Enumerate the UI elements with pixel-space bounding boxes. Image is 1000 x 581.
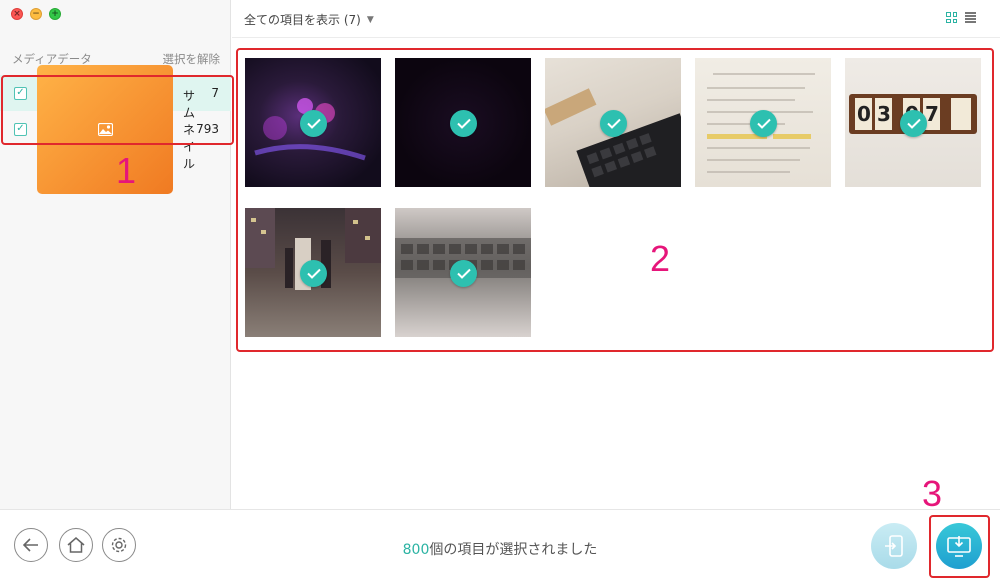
category-list: ✓ 写真／ビデオ 7 ✓ — [0, 64, 231, 194]
to-device-icon — [885, 535, 903, 557]
selected-count: 800 — [402, 542, 430, 558]
category-count: 793 — [196, 122, 219, 136]
selected-check-icon — [750, 109, 777, 137]
annotation-1: 1 — [116, 150, 137, 191]
toolbar: 全ての項目を表示 (7) ▼ — [232, 0, 1000, 38]
svg-text:3: 3 — [877, 102, 891, 126]
selected-check-icon — [300, 259, 327, 287]
maximize-window-icon[interactable]: + — [49, 8, 61, 20]
photo-grid: 0307 — [245, 58, 985, 337]
selected-check-icon — [450, 109, 477, 137]
window-controls: × − + — [11, 8, 61, 20]
filter-label: 全ての項目を表示 (7) — [244, 13, 361, 27]
category-label: サムネイル — [183, 88, 196, 171]
filter-dropdown[interactable]: 全ての項目を表示 (7) ▼ — [244, 11, 374, 28]
photos-checkbox[interactable]: ✓ — [14, 86, 27, 100]
selected-check-icon — [450, 259, 477, 287]
photo-thumbnail[interactable] — [695, 58, 831, 187]
deselect-button[interactable]: 選択を解除 — [163, 51, 221, 67]
chevron-down-icon: ▼ — [366, 14, 374, 25]
photo-thumbnail[interactable] — [395, 208, 531, 337]
transfer-to-device-button[interactable] — [871, 523, 917, 569]
category-count: 7 — [211, 86, 219, 100]
selected-check-icon — [600, 109, 627, 137]
svg-text:7: 7 — [925, 102, 939, 126]
sidebar: × − + メディアデータ 選択を解除 ✓ 写真／ビデオ 7 — [0, 0, 231, 509]
minimize-window-icon[interactable]: − — [30, 8, 42, 20]
to-computer-icon — [947, 536, 971, 557]
photo-thumbnail[interactable] — [395, 58, 531, 187]
transfer-to-computer-button[interactable] — [936, 523, 982, 569]
grid-view-icon[interactable] — [946, 12, 957, 23]
svg-text:0: 0 — [857, 102, 871, 126]
thumbnails-checkbox[interactable]: ✓ — [14, 122, 27, 136]
bottom-bar: 800個の項目が選択されました — [0, 510, 1000, 581]
selected-check-icon — [900, 109, 927, 137]
app-window: × − + メディアデータ 選択を解除 ✓ 写真／ビデオ 7 — [0, 0, 1000, 581]
photo-thumbnail[interactable]: 0307 — [845, 58, 981, 187]
category-item-thumbnails[interactable]: ✓ サムネイル 793 — [0, 64, 231, 194]
selected-check-icon — [300, 109, 327, 137]
list-view-icon[interactable] — [965, 12, 976, 23]
photo-thumbnail[interactable] — [545, 58, 681, 187]
view-toggle — [946, 12, 976, 23]
selection-status: 800個の項目が選択されました — [0, 539, 1000, 559]
photo-thumbnail[interactable] — [245, 58, 381, 187]
thumbnail-icon — [37, 64, 173, 194]
annotation-3: 3 — [922, 473, 943, 514]
selection-status-text: 個の項目が選択されました — [429, 542, 598, 558]
photo-thumbnail[interactable] — [245, 208, 381, 337]
close-window-icon[interactable]: × — [11, 8, 23, 20]
